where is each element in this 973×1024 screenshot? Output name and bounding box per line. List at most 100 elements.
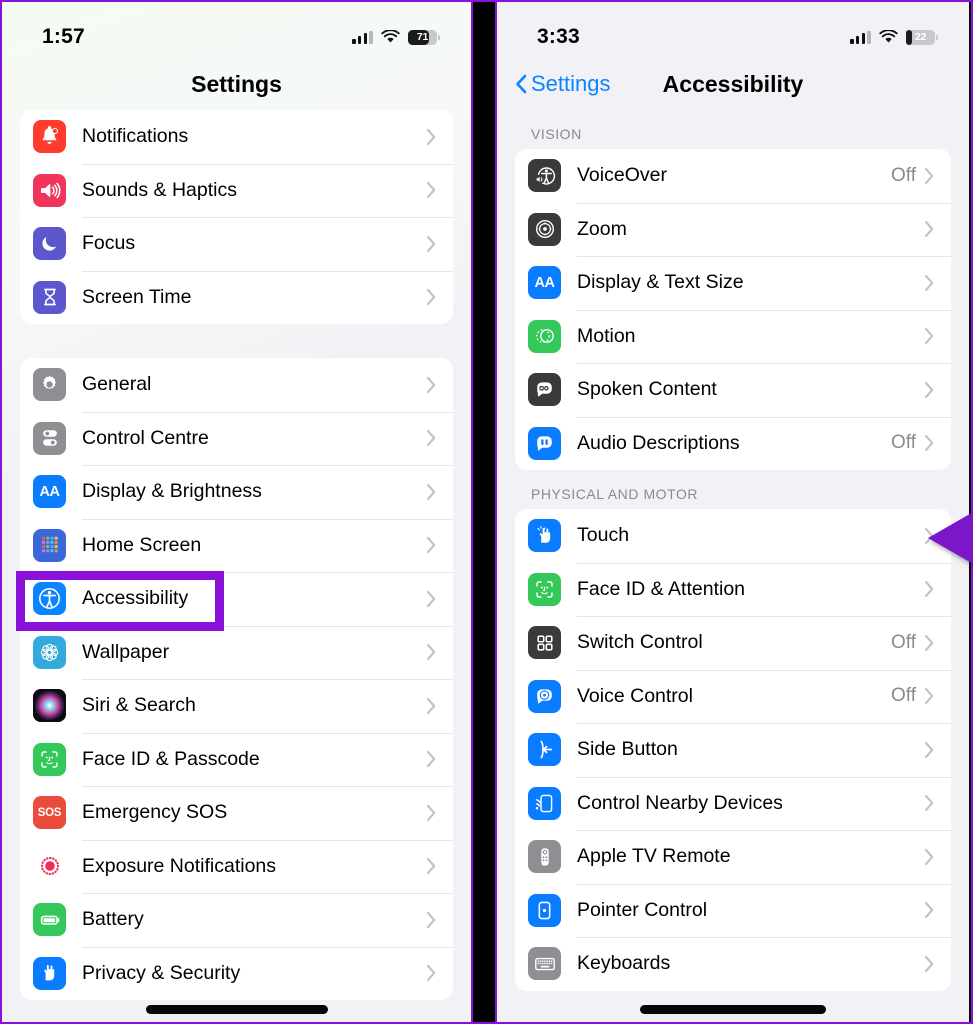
settings-row-label: Face ID & Attention <box>577 577 746 600</box>
settings-row-screen-time[interactable]: Screen Time <box>20 270 453 325</box>
chevron-right-icon <box>426 128 437 146</box>
comparison-screenshot: 1:57 71 Settings Notifications Sounds & … <box>0 0 973 1024</box>
chevron-right-icon <box>924 274 935 292</box>
settings-row-control-centre[interactable]: Control Centre <box>20 411 453 466</box>
settings-row-home-screen[interactable]: Home Screen <box>20 518 453 573</box>
settings-row-accessibility[interactable]: Accessibility <box>20 572 453 626</box>
home-indicator <box>145 1005 328 1014</box>
display-text-size-icon: AA <box>528 266 561 300</box>
settings-row-control-nearby-devices[interactable]: Control Nearby Devices <box>515 776 951 831</box>
status-icons: 22 <box>850 29 939 45</box>
accessibility-icon <box>33 582 66 616</box>
settings-row-touch[interactable]: Touch <box>515 509 951 563</box>
settings-row-motion[interactable]: Motion <box>515 309 951 364</box>
settings-row-label: Side Button <box>577 738 678 761</box>
settings-row-value: Off <box>891 164 916 186</box>
right-phone-accessibility-screen: 3:33 22 Settings Accessibility VISION Vo… <box>495 2 969 1022</box>
voice-control-icon <box>528 679 561 713</box>
settings-row-side-button[interactable]: Side Button <box>515 723 951 777</box>
voiceover-icon <box>528 159 561 193</box>
settings-row-switch-control[interactable]: Switch Control Off <box>515 616 951 670</box>
settings-row-siri-search[interactable]: Siri & Search <box>20 679 453 733</box>
status-time: 3:33 <box>537 25 580 48</box>
left-settings-list[interactable]: Notifications Sounds & Haptics Focus Screen… <box>2 110 471 1000</box>
settings-row-zoom[interactable]: Zoom <box>515 202 951 257</box>
settings-row-label: Home Screen <box>82 533 202 556</box>
settings-row-label: Face ID & Passcode <box>82 747 260 770</box>
chevron-right-icon <box>924 955 935 973</box>
cellular-bars-icon <box>352 30 373 44</box>
settings-row-label: Screen Time <box>82 285 192 308</box>
chevron-right-icon <box>426 964 437 982</box>
settings-row-label: Audio Descriptions <box>577 431 740 454</box>
settings-row-pointer-control[interactable]: Pointer Control <box>515 883 951 938</box>
battery-percent: 22 <box>914 31 927 43</box>
settings-row-display-brightness[interactable]: AA Display & Brightness <box>20 465 453 519</box>
settings-row-battery[interactable]: Battery <box>20 893 453 947</box>
settings-row-display-text-size[interactable]: AA Display & Text Size <box>515 256 951 310</box>
battery-icon: 71 <box>408 29 441 45</box>
settings-card: Touch Face ID & Attention Switch Control Of… <box>515 509 951 991</box>
settings-row-label: VoiceOver <box>577 164 667 187</box>
settings-row-wallpaper[interactable]: Wallpaper <box>20 625 453 680</box>
settings-row-label: Exposure Notifications <box>82 854 277 877</box>
settings-row-label: Control Nearby Devices <box>577 791 783 814</box>
settings-row-label: Sounds & Haptics <box>82 178 238 201</box>
chevron-right-icon <box>924 794 935 812</box>
settings-row-notifications[interactable]: Notifications <box>20 110 453 164</box>
sounds-haptics-icon <box>33 173 66 207</box>
settings-row-label: Pointer Control <box>577 898 708 921</box>
keyboards-icon <box>528 947 561 981</box>
battery-percent: 71 <box>416 31 429 43</box>
settings-row-value: Off <box>891 685 916 707</box>
settings-row-label: Battery <box>82 908 144 931</box>
settings-row-face-id-passcode[interactable]: Face ID & Passcode <box>20 732 453 787</box>
battery-icon: 22 <box>906 29 939 45</box>
settings-row-general[interactable]: General <box>20 358 453 412</box>
settings-row-spoken-content[interactable]: Spoken Content <box>515 363 951 417</box>
left-nav-bar: Settings <box>2 58 471 110</box>
chevron-right-icon <box>426 429 437 447</box>
right-accessibility-list[interactable]: VISION VoiceOver Off Zoom AA Display & Text S… <box>497 110 969 991</box>
settings-row-audio-descriptions[interactable]: Audio Descriptions Off <box>515 416 951 471</box>
settings-row-focus[interactable]: Focus <box>20 217 453 271</box>
settings-row-value: Off <box>891 432 916 454</box>
control-centre-icon <box>33 421 66 455</box>
chevron-right-icon <box>924 167 935 185</box>
display-brightness-icon: AA <box>33 475 66 509</box>
apple-tv-remote-icon <box>528 840 561 874</box>
settings-row-label: Privacy & Security <box>82 961 241 984</box>
notifications-icon <box>33 120 66 154</box>
settings-row-label: Apple TV Remote <box>577 845 731 868</box>
chevron-right-icon <box>924 580 935 598</box>
settings-row-sounds-haptics[interactable]: Sounds & Haptics <box>20 163 453 218</box>
left-phone-settings-screen: 1:57 71 Settings Notifications Sounds & … <box>2 2 473 1022</box>
settings-row-label: General <box>82 373 152 396</box>
pointer-control-icon <box>528 893 561 927</box>
group-header: VISION <box>531 126 582 142</box>
settings-row-exposure-notifications[interactable]: Exposure Notifications <box>20 839 453 894</box>
chevron-right-icon <box>426 376 437 394</box>
settings-row-label: Spoken Content <box>577 378 717 401</box>
side-button-icon <box>528 733 561 767</box>
control-nearby-devices-icon <box>528 786 561 820</box>
settings-row-privacy-security[interactable]: Privacy & Security <box>20 946 453 1001</box>
settings-row-keyboards[interactable]: Keyboards <box>515 937 951 991</box>
settings-row-label: Display & Brightness <box>82 480 262 503</box>
chevron-right-icon <box>426 181 437 199</box>
status-icons: 71 <box>352 29 441 45</box>
chevron-right-icon <box>426 590 437 608</box>
settings-row-apple-tv-remote[interactable]: Apple TV Remote <box>515 830 951 884</box>
settings-row-voiceover[interactable]: VoiceOver Off <box>515 149 951 203</box>
settings-card: VoiceOver Off Zoom AA Display & Text Size Mot… <box>515 149 951 470</box>
chevron-right-icon <box>924 741 935 759</box>
audio-descriptions-icon <box>528 426 561 460</box>
settings-row-voice-control[interactable]: Voice Control Off <box>515 669 951 724</box>
settings-row-label: Control Centre <box>82 426 209 449</box>
back-button[interactable]: Settings <box>515 71 611 97</box>
settings-row-label: Switch Control <box>577 631 703 654</box>
chevron-right-icon <box>426 643 437 661</box>
settings-row-emergency-sos[interactable]: SOS Emergency SOS <box>20 786 453 840</box>
settings-row-face-id-attention[interactable]: Face ID & Attention <box>515 562 951 617</box>
settings-row-label: Voice Control <box>577 684 693 707</box>
